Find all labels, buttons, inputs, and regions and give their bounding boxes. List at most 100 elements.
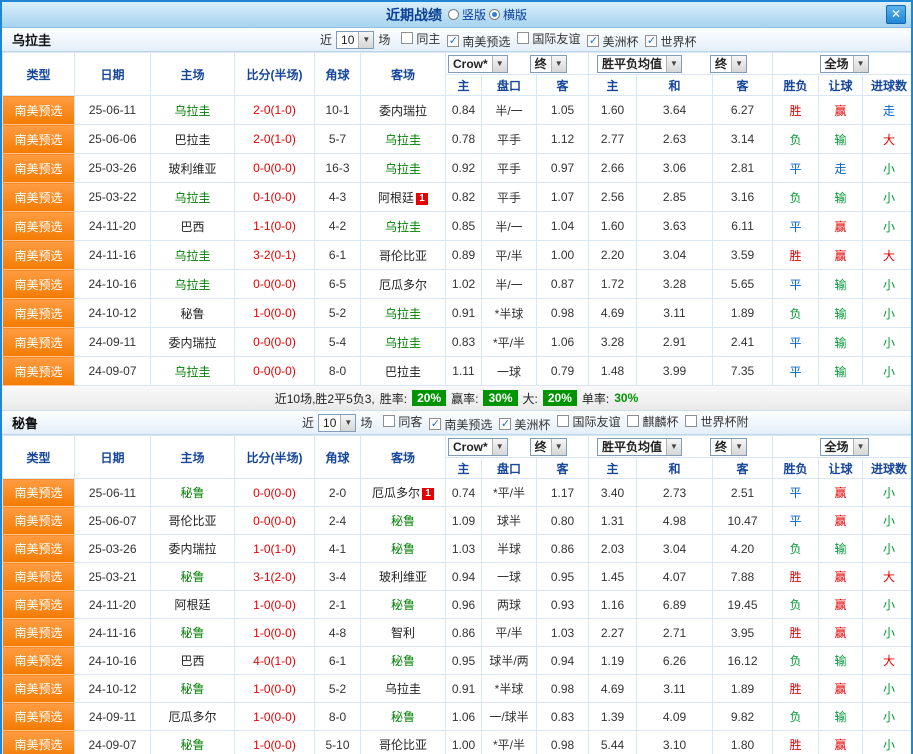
corner-score: 6-1 (314, 240, 361, 270)
league-type: 南美预选 (2, 124, 75, 154)
score: 2-0(1-0) (234, 124, 315, 154)
match-date: 24-11-16 (74, 240, 151, 270)
euro-lose-odds: 1.80 (711, 730, 774, 754)
checkbox-unchecked-icon[interactable] (557, 415, 570, 427)
final-euro-select[interactable]: 终 ▼ (710, 54, 748, 73)
filter-checkbox-1[interactable]: ✓ 南美预选 (429, 416, 492, 433)
checkbox-unchecked-icon[interactable] (517, 32, 530, 44)
filter-checkbox-1[interactable]: ✓ 南美预选 (447, 33, 510, 50)
filter-checkbox-0[interactable]: 同客 (383, 413, 422, 430)
scope-select[interactable]: 全场 ▼ (819, 437, 869, 456)
final-asian-select[interactable]: 终 ▼ (529, 54, 567, 73)
vertical-layout-radio[interactable] (447, 9, 459, 20)
horizontal-layout-radio[interactable] (489, 9, 500, 20)
filter-checkbox-4[interactable]: 麒麟杯 (627, 413, 678, 430)
result-header: 全场 ▼ (772, 435, 911, 458)
euro-win-odds: 2.03 (588, 534, 637, 563)
checkbox-unchecked-icon[interactable] (685, 415, 698, 427)
asian-handicap: 平手 (481, 124, 537, 154)
dropdown-arrow-icon: ▼ (491, 438, 507, 455)
close-button[interactable]: ✕ (886, 5, 906, 24)
filter-checkbox-5[interactable]: 世界杯附 (685, 413, 748, 430)
home-team: 秘鲁 (150, 478, 235, 507)
window-title: 近期战绩 (385, 6, 442, 23)
corner-score: 6-1 (314, 646, 361, 675)
away-team: 秘鲁 (360, 590, 446, 619)
match-date: 24-09-11 (74, 702, 151, 731)
result-goals: 大 (862, 240, 911, 270)
euro-lose-odds: 6.27 (711, 95, 774, 125)
euro-draw-odds: 3.10 (636, 730, 713, 754)
league-type: 南美预选 (2, 356, 75, 386)
checkbox-checked-icon[interactable]: ✓ (447, 35, 460, 47)
col-home: 主场 (150, 435, 235, 479)
checkbox-unchecked-icon[interactable] (383, 415, 396, 427)
avg-odds-select[interactable]: 胜平负均值 ▼ (597, 437, 683, 456)
filter-checkbox-2[interactable]: ✓ 美洲杯 (499, 416, 550, 433)
result-goals: 小 (862, 618, 911, 647)
score: 1-0(0-0) (234, 702, 315, 731)
checkbox-checked-icon[interactable]: ✓ (499, 418, 512, 430)
away-team: 乌拉圭 (360, 327, 446, 357)
filter-checkbox-3[interactable]: 国际友谊 (557, 413, 620, 430)
checkbox-checked-icon[interactable]: ✓ (587, 35, 600, 47)
vertical-layout-label[interactable]: 竖版 (462, 6, 486, 23)
euro-win-odds: 1.19 (588, 646, 637, 675)
col-let: 让球 (818, 74, 864, 96)
near-count-select[interactable]: 10 ▼ (336, 30, 375, 49)
final-euro-select[interactable]: 终 ▼ (710, 437, 748, 456)
league-type: 南美预选 (2, 240, 75, 270)
avg-odds-select[interactable]: 胜平负均值 ▼ (597, 54, 683, 73)
col-home: 主场 (150, 52, 235, 96)
filter-checkbox-4[interactable]: ✓ 世界杯 (645, 33, 696, 50)
horizontal-layout-label[interactable]: 横版 (503, 6, 527, 23)
col-goals: 进球数 (862, 457, 911, 479)
filter-checkbox-3[interactable]: ✓ 美洲杯 (587, 33, 638, 50)
asian-handicap: 平手 (481, 182, 537, 212)
euro-draw-odds: 4.07 (636, 562, 713, 591)
home-team: 委内瑞拉 (150, 327, 235, 357)
filter-checkbox-2[interactable]: 国际友谊 (517, 30, 580, 47)
asian-home-odds: 0.95 (445, 646, 482, 675)
select-value: 终 (534, 57, 547, 71)
dropdown-arrow-icon: ▼ (340, 414, 356, 431)
final-asian-select[interactable]: 终 ▼ (529, 437, 567, 456)
checkbox-label: 美洲杯 (602, 34, 639, 49)
checkbox-checked-icon[interactable]: ✓ (429, 418, 442, 430)
asian-away-odds: 0.93 (536, 590, 589, 619)
col-type: 类型 (2, 52, 75, 96)
score: 0-1(0-0) (234, 182, 315, 212)
asian-home-odds: 1.00 (445, 730, 482, 754)
result-goals: 小 (862, 211, 911, 241)
checkbox-unchecked-icon[interactable] (627, 415, 640, 427)
euro-lose-odds: 3.16 (711, 182, 774, 212)
single-rate-label: 单率: (581, 391, 610, 406)
asian-handicap: 半/一 (481, 95, 537, 125)
result-goals: 小 (862, 590, 911, 619)
league-type: 南美预选 (2, 95, 75, 125)
checkbox-unchecked-icon[interactable] (401, 32, 414, 44)
recent-results-window: 近期战绩 竖版 横版 ✕ 乌拉圭 近 10 ▼ 场 同主 ✓ 南美预选 国际友谊 ✓ 美洲杯… (0, 0, 913, 754)
euro-win-odds: 3.40 (588, 478, 637, 507)
score: 0-0(0-0) (234, 269, 315, 299)
match-date: 24-10-16 (74, 646, 151, 675)
euro-win-odds: 2.56 (588, 182, 637, 212)
result-handicap: 赢 (818, 618, 864, 647)
checkbox-label: 国际友谊 (572, 414, 621, 429)
result-handicap: 赢 (818, 240, 864, 270)
company-select[interactable]: Crow* ▼ (448, 437, 508, 456)
asian-handicap: 平/半 (481, 618, 537, 647)
dropdown-arrow-icon: ▼ (852, 438, 868, 455)
scope-select[interactable]: 全场 ▼ (819, 54, 869, 73)
league-type: 南美预选 (2, 327, 75, 357)
score: 0-0(0-0) (234, 356, 315, 386)
match-row: 南美预选 24-10-16 巴西 4-0(1-0) 6-1 秘鲁 0.95 球半/两 0.94 1… (2, 646, 911, 675)
company-select[interactable]: Crow* ▼ (448, 54, 508, 73)
filter-checkbox-0[interactable]: 同主 (401, 30, 440, 47)
corner-score: 4-1 (314, 534, 361, 563)
away-team: 哥伦比亚 (360, 730, 446, 754)
score: 0-0(0-0) (234, 506, 315, 535)
result-goals: 小 (862, 327, 911, 357)
checkbox-checked-icon[interactable]: ✓ (645, 35, 658, 47)
near-count-select[interactable]: 10 ▼ (318, 413, 357, 432)
